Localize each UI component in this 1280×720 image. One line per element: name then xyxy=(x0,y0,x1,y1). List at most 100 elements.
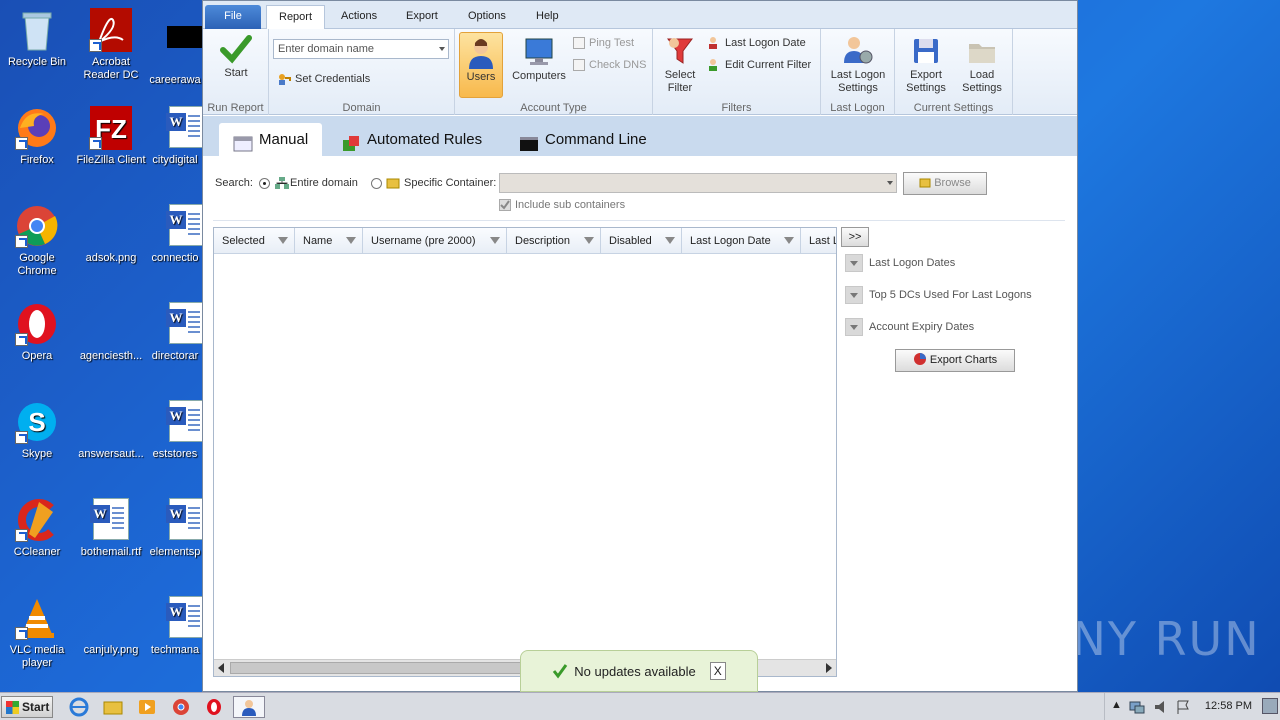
show-hidden-icons[interactable]: ▲ xyxy=(1111,699,1122,711)
column-selected[interactable]: Selected xyxy=(214,228,295,254)
tab-manual[interactable]: Manual xyxy=(219,123,323,156)
filter-icon[interactable] xyxy=(278,237,288,244)
edit-current-filter-button[interactable]: Edit Current Filter xyxy=(707,58,811,72)
last-logon-settings-button[interactable]: Last Logon Settings xyxy=(825,35,891,95)
opera-taskbar-icon[interactable] xyxy=(203,697,225,717)
image-file-icon xyxy=(89,596,133,640)
checkmark-icon xyxy=(553,664,568,679)
desktop-icon-recycle-bin[interactable]: Recycle Bin xyxy=(0,8,74,69)
desktop-icon-citydigital[interactable]: W citydigital xyxy=(148,106,202,167)
floppy-disk-icon xyxy=(910,35,942,67)
desktop-icon-canjuly[interactable]: canjuly.png xyxy=(74,596,148,657)
column-description[interactable]: Description xyxy=(507,228,601,254)
select-filter-button[interactable]: Select Filter xyxy=(659,35,701,95)
desktop-icon-agenciesth[interactable]: agenciesth... xyxy=(74,302,148,363)
domain-combo[interactable]: Enter domain name xyxy=(273,39,449,59)
desktop-icon-ccleaner[interactable]: CCleaner xyxy=(0,498,74,559)
start-button[interactable]: Start xyxy=(217,33,255,80)
desktop-icon-careerawa[interactable]: careerawa xyxy=(148,8,202,87)
container-combo[interactable] xyxy=(499,173,897,193)
desktop-icon-chrome[interactable]: Google Chrome xyxy=(0,204,74,278)
desktop-icon-adsok[interactable]: adsok.png xyxy=(74,204,148,265)
explorer-folder-icon[interactable] xyxy=(102,697,124,717)
desktop-icon-answersaut[interactable]: answersaut... xyxy=(74,400,148,461)
column-last-l[interactable]: Last L xyxy=(801,228,836,254)
set-credentials-button[interactable]: Set Credentials xyxy=(277,72,370,86)
entire-domain-radio[interactable]: Entire domain xyxy=(259,176,358,190)
desktop-icon-skype[interactable]: S Skype xyxy=(0,400,74,461)
desktop-icon-eststores[interactable]: W eststores xyxy=(148,400,202,461)
tab-actions[interactable]: Actions xyxy=(329,5,389,29)
filter-icon[interactable] xyxy=(490,237,500,244)
tab-command-line[interactable]: Command Line xyxy=(505,123,661,156)
export-charts-button[interactable]: Export Charts xyxy=(895,349,1015,372)
last-logon-dates-expander[interactable]: Last Logon Dates xyxy=(845,254,955,272)
action-center-flag-icon[interactable] xyxy=(1175,699,1191,715)
desktop-icon-vlc[interactable]: VLC media player xyxy=(0,596,74,670)
filter-icon[interactable] xyxy=(584,237,594,244)
word-document-icon: W xyxy=(153,498,202,542)
users-button[interactable]: Users xyxy=(459,32,503,98)
load-settings-button[interactable]: Load Settings xyxy=(957,35,1007,95)
show-desktop-button[interactable] xyxy=(1262,698,1278,714)
filter-icon[interactable] xyxy=(665,237,675,244)
check-dns-checkbox[interactable]: Check DNS xyxy=(573,59,646,71)
volume-icon[interactable] xyxy=(1153,699,1169,715)
column-last-logon-date[interactable]: Last Logon Date xyxy=(682,228,801,254)
column-name[interactable]: Name xyxy=(295,228,363,254)
column-username[interactable]: Username (pre 2000) xyxy=(363,228,507,254)
chrome-taskbar-icon[interactable] xyxy=(170,697,192,717)
window-icon xyxy=(233,131,253,152)
ribbon: Start Run Report Enter domain name Set C… xyxy=(203,29,1077,115)
network-icon[interactable] xyxy=(1129,699,1145,715)
specific-container-radio[interactable]: Specific Container: xyxy=(371,176,496,190)
desktop-icon-opera[interactable]: Opera xyxy=(0,302,74,363)
word-document-icon: W xyxy=(89,498,133,542)
tab-export[interactable]: Export xyxy=(394,5,450,29)
word-document-icon: W xyxy=(153,302,202,346)
update-notification: No updates available X xyxy=(520,650,758,692)
scroll-left-icon[interactable] xyxy=(218,663,224,673)
scroll-thumb[interactable] xyxy=(230,662,535,674)
tab-help[interactable]: Help xyxy=(524,5,571,29)
ie-icon[interactable] xyxy=(68,697,90,717)
filter-icon[interactable] xyxy=(346,237,356,244)
expand-charts-button[interactable]: >> xyxy=(841,227,869,247)
last-logon-date-filter[interactable]: Last Logon Date xyxy=(707,36,806,50)
computers-button[interactable]: Computers xyxy=(509,36,569,83)
close-notification-button[interactable]: X xyxy=(709,662,726,680)
account-expiry-expander[interactable]: Account Expiry Dates xyxy=(845,318,974,336)
desktop-icon-directorar[interactable]: W directorar xyxy=(148,302,202,363)
scroll-right-icon[interactable] xyxy=(826,663,832,673)
results-grid[interactable]: Selected Name Username (pre 2000) Descri… xyxy=(213,227,837,677)
chart-export-icon xyxy=(913,353,926,365)
export-settings-button[interactable]: Export Settings xyxy=(901,35,951,95)
ping-test-checkbox[interactable]: Ping Test xyxy=(573,37,634,49)
start-button-taskbar[interactable]: Start xyxy=(1,696,53,718)
desktop-icon-firefox[interactable]: Firefox xyxy=(0,106,74,167)
browse-button[interactable]: Browse xyxy=(903,172,987,195)
desktop-icon-filezilla[interactable]: FZ FileZilla Client xyxy=(74,106,148,167)
image-file-icon xyxy=(89,204,133,248)
tab-file[interactable]: File xyxy=(205,5,261,29)
tab-report[interactable]: Report xyxy=(266,5,326,29)
top5-dcs-expander[interactable]: Top 5 DCs Used For Last Logons xyxy=(845,286,1032,304)
media-player-icon[interactable] xyxy=(136,697,158,717)
desktop-icon-elementsp[interactable]: W elementsp xyxy=(148,498,202,559)
filter-icon xyxy=(664,35,696,67)
desktop-icon-acrobat[interactable]: Acrobat Reader DC xyxy=(74,8,148,82)
manual-panel: Search: Entire domain Specific Container… xyxy=(203,156,1077,691)
desktop-icon-bothemail[interactable]: W bothemail.rtf xyxy=(74,498,148,559)
image-file-icon xyxy=(89,302,133,346)
filter-icon[interactable] xyxy=(784,237,794,244)
desktop-icon-techmana[interactable]: W techmana xyxy=(148,596,202,657)
tab-automated-rules[interactable]: Automated Rules xyxy=(327,123,496,156)
app-taskbar-button[interactable] xyxy=(233,696,265,718)
group-current-settings: Export Settings Load Settings Current Se… xyxy=(895,29,1013,115)
include-sub-containers-checkbox[interactable]: Include sub containers xyxy=(499,199,625,211)
tab-options[interactable]: Options xyxy=(456,5,518,29)
subtab-bar: Manual Automated Rules Command Line xyxy=(203,116,1077,156)
column-disabled[interactable]: Disabled xyxy=(601,228,682,254)
clock[interactable]: 12:58 PM xyxy=(1205,700,1252,712)
desktop-icon-connectio[interactable]: W connectio xyxy=(148,204,202,265)
